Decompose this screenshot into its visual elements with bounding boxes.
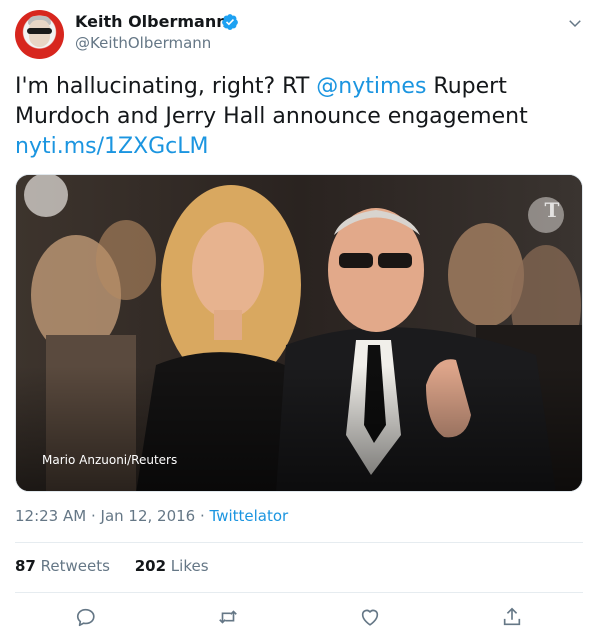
tweet-text-part: I'm hallucinating, right? RT	[15, 74, 317, 99]
tweet-text: I'm hallucinating, right? RT @nytimes Ru…	[15, 72, 585, 162]
likes-count: 202	[134, 557, 167, 575]
nyt-logo-icon: T	[545, 198, 560, 222]
tweet-meta: 12:23 AM · Jan 12, 2016 · Twittelator	[15, 507, 288, 525]
meta-separator: ·	[195, 507, 210, 525]
meta-separator: ·	[86, 507, 101, 525]
retweets-count: 87	[15, 557, 36, 575]
tweet-stats: 87 Retweets 202 Likes	[15, 557, 229, 575]
divider	[15, 592, 583, 593]
tweet-media-photo[interactable]: T Mario Anzuoni/Reuters	[15, 174, 583, 492]
svg-text:T: T	[545, 198, 560, 222]
tweet-url-link[interactable]: nyti.ms/1ZXGcLM	[15, 134, 209, 159]
reply-icon[interactable]	[75, 606, 97, 628]
retweets-stat[interactable]: 87 Retweets	[15, 557, 110, 575]
verified-badge-icon	[222, 14, 238, 30]
author-handle[interactable]: @KeithOlbermann	[75, 34, 211, 52]
chevron-down-icon[interactable]	[566, 14, 584, 32]
retweet-icon[interactable]	[217, 606, 239, 628]
retweets-label: Retweets	[35, 557, 110, 575]
tweet-date[interactable]: Jan 12, 2016	[101, 507, 196, 525]
photo-credit: Mario Anzuoni/Reuters	[42, 453, 178, 467]
avatar-glasses	[27, 28, 52, 34]
mention-link[interactable]: @nytimes	[316, 74, 426, 99]
photo-illustration	[16, 175, 582, 491]
divider	[15, 542, 583, 543]
author-avatar[interactable]	[15, 10, 64, 59]
share-icon[interactable]	[501, 606, 523, 628]
likes-stat[interactable]: 202 Likes	[135, 557, 209, 575]
author-display-name[interactable]: Keith Olbermann	[75, 12, 228, 31]
tweet-source-link[interactable]: Twittelator	[210, 507, 289, 525]
tweet-card: Keith Olbermann @KeithOlbermann I'm hall…	[0, 0, 598, 641]
likes-label: Likes	[166, 557, 209, 575]
like-icon[interactable]	[359, 606, 381, 628]
tweet-time[interactable]: 12:23 AM	[15, 507, 86, 525]
